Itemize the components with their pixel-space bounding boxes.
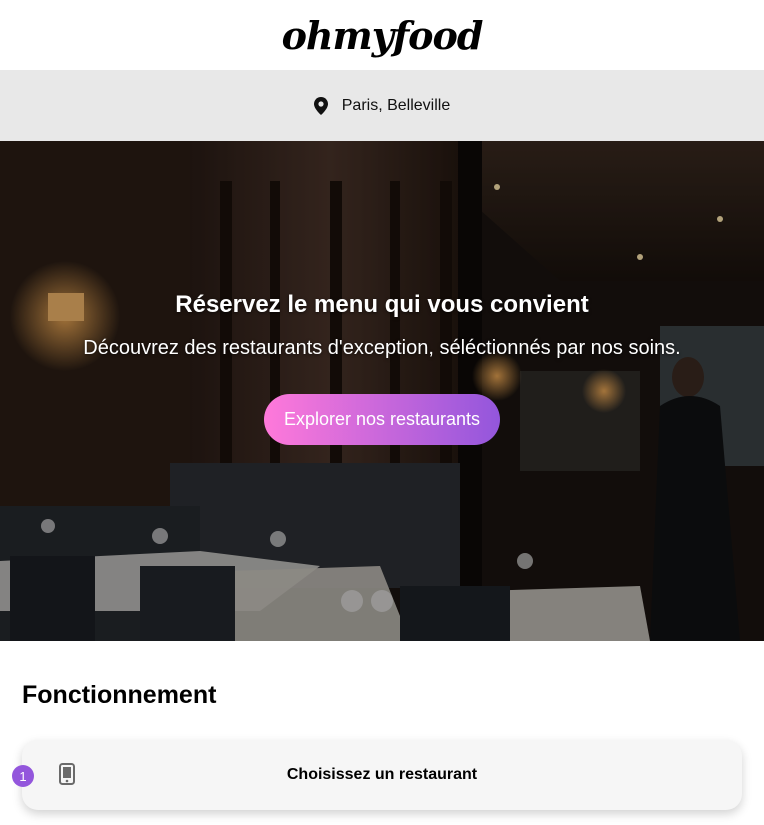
map-pin-icon — [313, 96, 328, 115]
location-text: Paris, Belleville — [341, 96, 451, 114]
step-number-badge: 1 — [12, 765, 34, 787]
smartphone-icon — [59, 763, 75, 790]
hero-content: Réservez le menu qui vous convient Décou… — [0, 291, 764, 445]
step-label: Choisissez un restaurant — [286, 766, 478, 783]
how-it-works-section: Fonctionnement 1 Choisissez un restauran… — [0, 641, 764, 810]
site-header: ohmyfood — [0, 0, 764, 70]
hero-banner: Réservez le menu qui vous convient Décou… — [0, 141, 764, 641]
location-bar: Paris, Belleville — [0, 70, 764, 141]
hero-title: Réservez le menu qui vous convient — [175, 291, 589, 318]
explore-restaurants-button[interactable]: Explorer nos restaurants — [263, 394, 501, 445]
hero-subtitle: Découvrez des restaurants d'exception, s… — [83, 337, 681, 359]
step-card-choose-restaurant[interactable]: 1 Choisissez un restaurant — [12, 740, 742, 810]
section-title: Fonctionnement — [22, 681, 217, 709]
logo[interactable]: ohmyfood — [282, 13, 484, 58]
